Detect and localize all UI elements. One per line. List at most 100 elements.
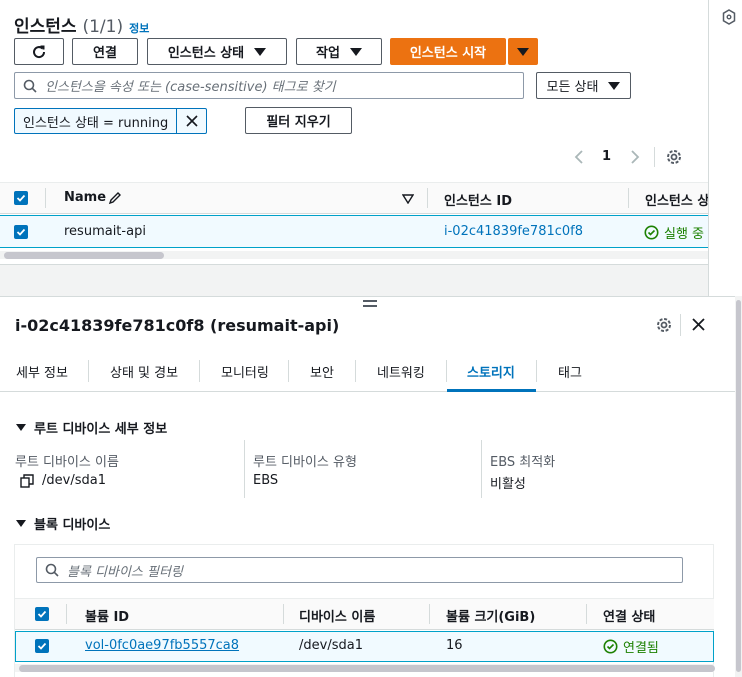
instance-count: (1/1) xyxy=(82,17,124,37)
root-device-type-label: 루트 디바이스 유형 xyxy=(253,455,357,470)
volume-device-name: /dev/sda1 xyxy=(299,638,363,653)
select-all-checkbox[interactable] xyxy=(14,191,28,205)
root-device-name-value: /dev/sda1 xyxy=(42,473,106,488)
tab-security[interactable]: 보안 xyxy=(310,362,334,381)
instance-state-label: 인스턴스 상태 xyxy=(167,46,245,61)
column-header-instance-state[interactable]: 인스턴스 상 xyxy=(645,190,708,209)
root-device-heading[interactable]: 루트 디바이스 세부 정보 xyxy=(16,418,167,437)
instance-state-status: 실행 중 xyxy=(644,223,704,242)
column-divider xyxy=(586,604,587,624)
tab-divider xyxy=(199,360,200,382)
collapse-caret-icon xyxy=(16,424,26,431)
resize-handle[interactable] xyxy=(363,300,377,307)
row-checkbox[interactable] xyxy=(14,225,28,239)
state-filter-value: 모든 상태 xyxy=(546,80,599,95)
connect-button[interactable]: 연결 xyxy=(72,38,138,65)
refresh-icon xyxy=(33,45,46,58)
volume-row-checkbox[interactable] xyxy=(35,639,49,653)
search-placeholder: 인스턴스을 속성 또는 (case-sensitive) 태그로 찾기 xyxy=(45,80,336,95)
refresh-button[interactable] xyxy=(14,38,64,65)
sort-down-icon[interactable] xyxy=(402,194,414,204)
tab-divider xyxy=(536,360,537,382)
instance-search-input[interactable]: 인스턴스을 속성 또는 (case-sensitive) 태그로 찾기 xyxy=(14,72,524,99)
block-device-filter-input[interactable]: 블록 디바이스 필터링 xyxy=(36,557,683,583)
column-divider xyxy=(244,440,245,498)
scrollbar-thumb[interactable] xyxy=(19,665,715,672)
instance-state-text: 실행 중 xyxy=(664,227,705,242)
vertical-scrollbar[interactable] xyxy=(735,296,742,677)
hexagon-help-icon[interactable] xyxy=(722,9,736,25)
scrollbar-thumb[interactable] xyxy=(4,252,164,259)
launch-dropdown-button[interactable] xyxy=(508,38,538,65)
page-title: 인스턴스 (1/1) xyxy=(14,12,123,37)
filter-token: 인스턴스 상태 = running xyxy=(14,108,208,134)
detail-title: i-02c41839fe781c0f8 (resumait-api) xyxy=(15,316,340,335)
check-icon xyxy=(16,194,26,202)
column-divider xyxy=(628,188,629,208)
volume-size: 16 xyxy=(446,638,463,653)
instances-panel: 인스턴스 (1/1) 정보 연결 인스턴스 상태 작업 인스턴스 시작 인스턴스… xyxy=(0,0,708,264)
column-divider xyxy=(66,604,67,624)
table-header xyxy=(0,182,708,214)
search-icon xyxy=(45,563,59,577)
next-page-icon[interactable] xyxy=(628,149,642,165)
column-header-volume-id[interactable]: 볼륨 ID xyxy=(85,606,129,625)
root-device-type-value: EBS xyxy=(253,473,279,488)
settings-gear-icon[interactable] xyxy=(655,316,673,334)
info-link[interactable]: 정보 xyxy=(129,20,149,36)
column-header-attachment-status[interactable]: 연결 상태 xyxy=(603,606,655,625)
close-icon[interactable] xyxy=(691,317,706,332)
check-icon xyxy=(37,642,47,650)
check-icon xyxy=(16,228,26,236)
filter-placeholder: 블록 디바이스 필터링 xyxy=(67,564,183,580)
tab-storage[interactable]: 스토리지 xyxy=(467,362,515,381)
collapse-caret-icon xyxy=(16,520,26,527)
state-filter-select[interactable]: 모든 상태 xyxy=(536,72,631,99)
edit-pencil-icon xyxy=(108,192,121,205)
column-header-volume-size[interactable]: 볼륨 크기(GiB) xyxy=(446,606,535,625)
root-device-name: /dev/sda1 xyxy=(20,473,106,488)
divider xyxy=(680,314,681,336)
caret-down-icon xyxy=(349,47,362,56)
active-tab-indicator xyxy=(447,389,536,392)
divider xyxy=(654,147,655,167)
instance-state-button[interactable]: 인스턴스 상태 xyxy=(147,38,287,65)
tabs-baseline xyxy=(0,391,735,392)
remove-filter-button[interactable] xyxy=(176,109,206,133)
attachment-status: 연결됨 xyxy=(603,637,659,656)
success-check-icon xyxy=(603,639,618,654)
tab-divider xyxy=(446,360,447,382)
tab-tags[interactable]: 태그 xyxy=(558,362,582,381)
column-header-instance-id[interactable]: 인스턴스 ID xyxy=(444,190,512,209)
ebs-optimized-label: EBS 최적화 xyxy=(490,455,556,470)
launch-instances-button[interactable]: 인스턴스 시작 xyxy=(390,38,506,65)
column-divider xyxy=(283,604,284,624)
block-devices-heading[interactable]: 블록 디바이스 xyxy=(16,514,110,533)
actions-button[interactable]: 작업 xyxy=(296,38,382,65)
tab-monitoring[interactable]: 모니터링 xyxy=(221,362,269,381)
copy-icon[interactable] xyxy=(20,473,34,488)
select-all-volumes-checkbox[interactable] xyxy=(35,607,49,621)
column-header-device-name[interactable]: 디바이스 이름 xyxy=(299,606,375,625)
prev-page-icon[interactable] xyxy=(572,149,586,165)
instance-name: resumait-api xyxy=(64,224,146,239)
close-icon xyxy=(186,115,198,127)
success-check-icon xyxy=(644,225,659,240)
attachment-status-text: 연결됨 xyxy=(623,641,659,656)
tab-status-alarms[interactable]: 상태 및 경보 xyxy=(110,362,178,381)
root-device-heading-text: 루트 디바이스 세부 정보 xyxy=(34,422,168,437)
column-divider xyxy=(45,188,46,208)
settings-gear-icon[interactable] xyxy=(665,148,683,166)
block-devices-heading-text: 블록 디바이스 xyxy=(34,518,111,533)
column-header-name[interactable]: Name xyxy=(64,190,106,205)
root-device-name-label: 루트 디바이스 이름 xyxy=(15,455,119,470)
tab-networking[interactable]: 네트워킹 xyxy=(377,362,425,381)
tab-details[interactable]: 세부 정보 xyxy=(16,362,68,381)
volume-id-link[interactable]: vol-0fc0ae97fb5557ca8 xyxy=(85,638,239,653)
clear-filters-button[interactable]: 필터 지우기 xyxy=(245,107,352,134)
instance-id-link[interactable]: i-02c41839fe781c0f8 xyxy=(444,224,583,239)
column-divider xyxy=(481,440,482,498)
scrollbar-thumb[interactable] xyxy=(736,300,741,672)
actions-label: 작업 xyxy=(316,46,340,61)
page-number[interactable]: 1 xyxy=(602,149,611,164)
